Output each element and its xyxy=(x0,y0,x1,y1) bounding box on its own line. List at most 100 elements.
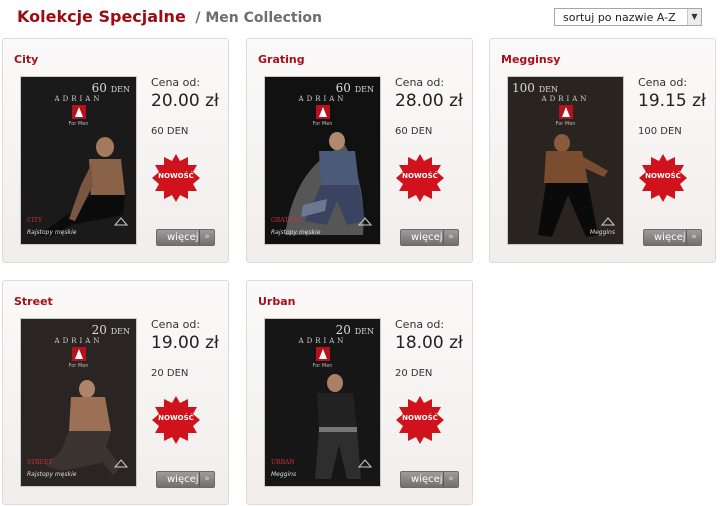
model-photo-icon xyxy=(39,137,125,237)
den-value: 60 DEN xyxy=(151,126,189,137)
pack-caption: Meggins xyxy=(589,229,615,236)
price: 28.00 zł xyxy=(395,91,463,111)
hanger-icon xyxy=(114,459,128,468)
brand-logo-text: ADRIAN xyxy=(54,337,103,345)
more-button[interactable]: więcej » xyxy=(400,229,459,246)
new-badge-label: NOWOŚĆ xyxy=(645,172,681,180)
model-photo-icon xyxy=(45,380,121,475)
more-button-label: więcej xyxy=(411,474,443,485)
pack-model-name: CITY xyxy=(27,217,42,224)
hanger-icon xyxy=(601,217,615,226)
pack-den-value: 20 xyxy=(91,323,107,337)
product-image[interactable]: 20 DEN ADRIAN For Men STREET Rajstopy mę… xyxy=(20,318,137,487)
product-name[interactable]: Megginsy xyxy=(501,53,560,66)
more-button[interactable]: więcej » xyxy=(156,471,215,488)
more-button-label: więcej xyxy=(167,474,199,485)
brand-logo-icon xyxy=(558,105,573,119)
price: 18.00 zł xyxy=(395,333,463,353)
page-title: Kolekcje Specjalne / Men Collection xyxy=(17,7,322,26)
more-button[interactable]: więcej » xyxy=(400,471,459,488)
sort-select-value: sortuj po nazwie A-Z xyxy=(563,11,676,24)
new-badge-label: NOWOŚĆ xyxy=(402,414,438,422)
pack-den: 20 DEN xyxy=(336,323,374,337)
new-badge: NOWOŚĆ xyxy=(638,153,688,203)
product-card: Urban 20 DEN ADRIAN For Men URBAN Meggin… xyxy=(246,280,473,505)
brand-logo-text: ADRIAN xyxy=(541,95,590,103)
pack-model-name: GRATING xyxy=(271,217,301,224)
sort-select[interactable]: sortuj po nazwie A-Z ▼ xyxy=(554,8,702,26)
model-photo-icon xyxy=(315,374,361,479)
pack-model-name: STREET xyxy=(27,459,53,466)
product-card: Grating 60 DEN ADRIAN For Men GRATING Ra… xyxy=(246,38,473,263)
chevron-right-icon: » xyxy=(199,230,214,245)
product-name[interactable]: Urban xyxy=(258,295,296,308)
hanger-icon xyxy=(358,459,372,468)
new-badge: NOWOŚĆ xyxy=(395,153,445,203)
den-value: 20 DEN xyxy=(151,368,189,379)
brand-logo-icon xyxy=(315,347,330,361)
new-badge: NOWOŚĆ xyxy=(151,395,201,445)
page-header: Kolekcje Specjalne / Men Collection sort… xyxy=(0,0,720,36)
pack-den: 100 DEN xyxy=(512,81,558,95)
chevron-down-icon[interactable]: ▼ xyxy=(687,9,701,25)
product-image[interactable]: 60 DEN ADRIAN For Men CITY Rajstopy męsk… xyxy=(20,76,137,245)
new-badge: NOWOŚĆ xyxy=(151,153,201,203)
pack-den-unit: DEN xyxy=(354,327,374,336)
pack-den-value: 20 xyxy=(335,323,351,337)
hanger-icon xyxy=(358,217,372,226)
pack-den: 60 DEN xyxy=(336,81,374,95)
pack-den: 20 DEN xyxy=(92,323,130,337)
price-label: Cena od: xyxy=(151,318,201,331)
pack-den-unit: DEN xyxy=(110,85,130,94)
model-photo-icon xyxy=(285,132,365,235)
pack-den-unit: DEN xyxy=(538,85,558,94)
new-badge-label: NOWOŚĆ xyxy=(158,414,194,422)
product-name[interactable]: Grating xyxy=(258,53,305,66)
more-button-label: więcej xyxy=(654,232,686,243)
pack-den-value: 60 xyxy=(91,81,107,95)
pack-caption: Rajstopy męskie xyxy=(27,229,77,236)
brand-logo-text: ADRIAN xyxy=(54,95,103,103)
pack-caption: Rajstopy męskie xyxy=(271,229,321,236)
brand-logo-text: ADRIAN xyxy=(298,337,347,345)
new-badge-label: NOWOŚĆ xyxy=(158,172,194,180)
pack-model-name: URBAN xyxy=(271,459,295,466)
pack-den-value: 100 xyxy=(512,81,535,95)
den-value: 60 DEN xyxy=(395,126,433,137)
more-button[interactable]: więcej » xyxy=(156,229,215,246)
new-badge: NOWOŚĆ xyxy=(395,395,445,445)
price-label: Cena od: xyxy=(638,76,688,89)
product-image[interactable]: 100 DEN ADRIAN For Men Meggins xyxy=(507,76,624,245)
chevron-right-icon: » xyxy=(443,472,458,487)
price-label: Cena od: xyxy=(395,76,445,89)
product-image[interactable]: 20 DEN ADRIAN For Men URBAN Meggins xyxy=(264,318,381,487)
brand-logo-text: ADRIAN xyxy=(298,95,347,103)
product-image[interactable]: 60 DEN ADRIAN For Men GRATING Rajstopy m… xyxy=(264,76,381,245)
product-name[interactable]: Street xyxy=(14,295,53,308)
den-value: 100 DEN xyxy=(638,126,682,137)
collection-subtitle: / Men Collection xyxy=(195,10,322,26)
pack-caption: Meggins xyxy=(271,471,297,478)
chevron-right-icon: » xyxy=(199,472,214,487)
pack-den: 60 DEN xyxy=(92,81,130,95)
pack-caption: Rajstopy męskie xyxy=(27,471,77,478)
chevron-right-icon: » xyxy=(443,230,458,245)
more-button-label: więcej xyxy=(167,232,199,243)
pack-den-unit: DEN xyxy=(110,327,130,336)
price-label: Cena od: xyxy=(151,76,201,89)
pack-den-value: 60 xyxy=(335,81,351,95)
product-card: Megginsy 100 DEN ADRIAN For Men Meggins … xyxy=(489,38,716,263)
price: 19.00 zł xyxy=(151,333,219,353)
price-label: Cena od: xyxy=(395,318,445,331)
more-button[interactable]: więcej » xyxy=(643,229,702,246)
product-name[interactable]: City xyxy=(14,53,38,66)
model-photo-icon xyxy=(538,134,608,237)
hanger-icon xyxy=(114,217,128,226)
den-value: 20 DEN xyxy=(395,368,433,379)
new-badge-label: NOWOŚĆ xyxy=(402,172,438,180)
price: 20.00 zł xyxy=(151,91,219,111)
brand-logo-icon xyxy=(71,347,86,361)
brand-logo-icon xyxy=(71,105,86,119)
pack-den-unit: DEN xyxy=(354,85,374,94)
product-card: Street 20 DEN ADRIAN For Men STREET Rajs… xyxy=(2,280,229,505)
